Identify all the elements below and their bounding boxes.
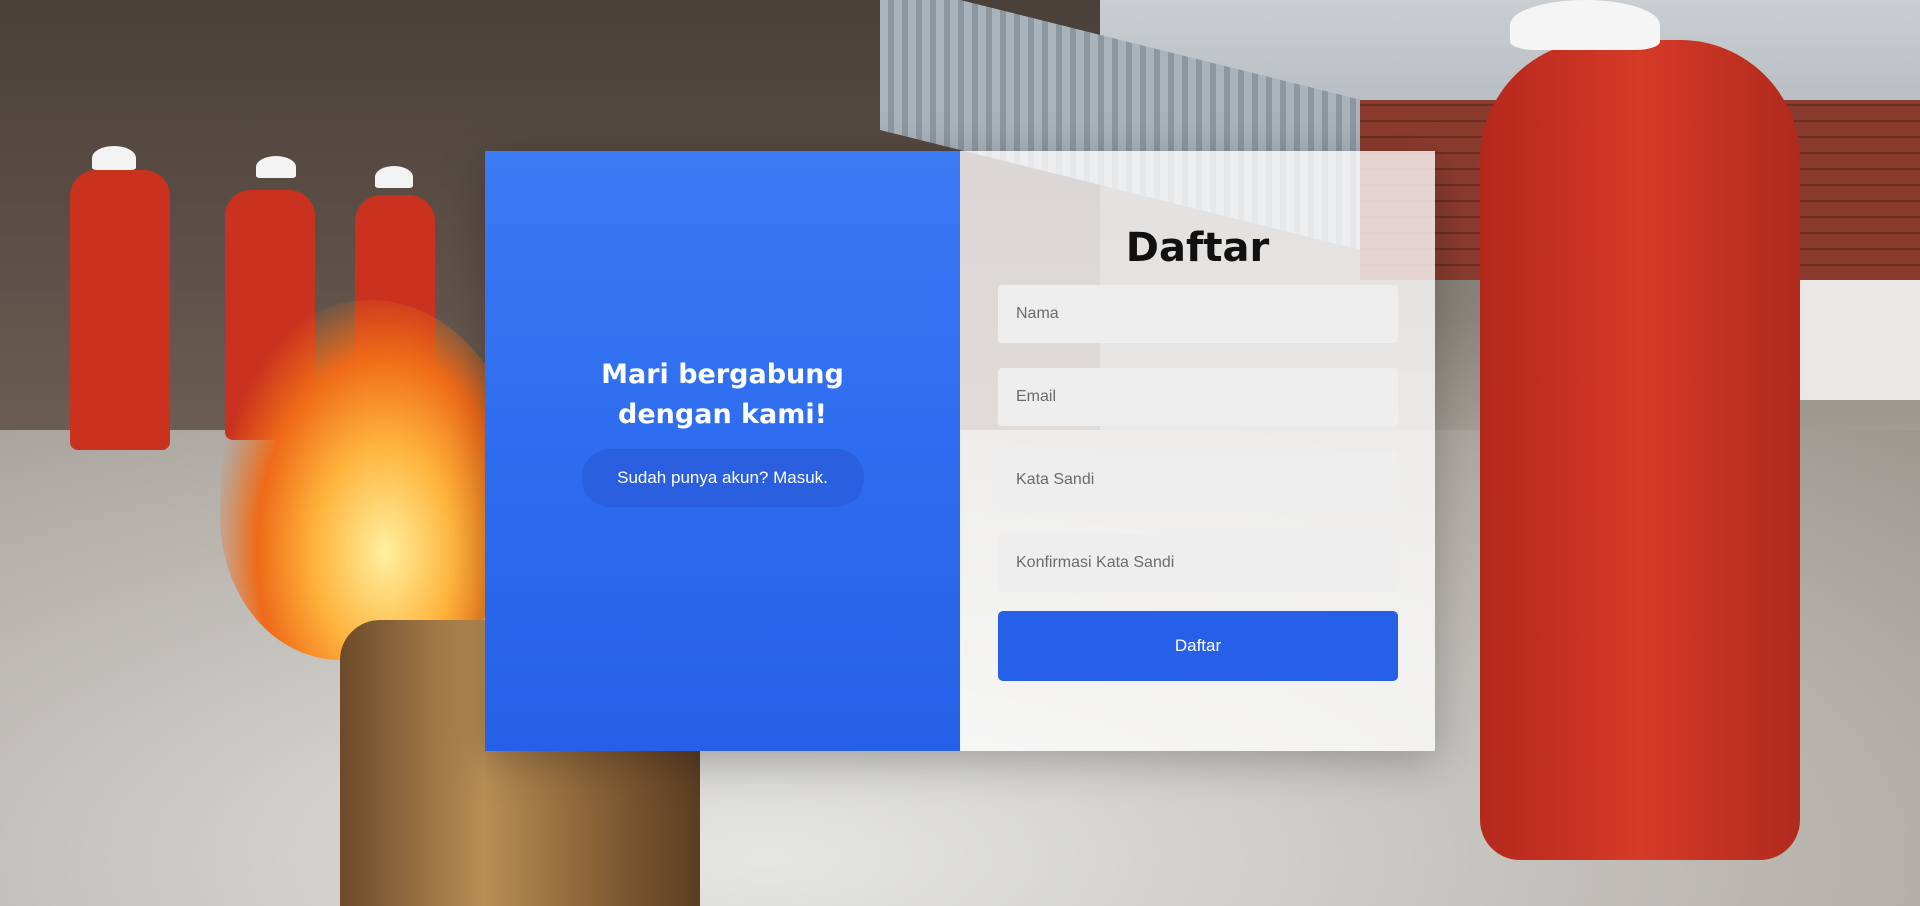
confirm-password-input[interactable] — [998, 534, 1398, 592]
register-form-panel: Daftar Daftar — [960, 151, 1435, 751]
welcome-heading: Mari bergabung dengan kami! — [601, 359, 844, 430]
email-input[interactable] — [998, 368, 1398, 426]
background-helmet — [375, 166, 413, 188]
register-card: Mari bergabung dengan kami! Sudah punya … — [485, 151, 1435, 751]
background-worker — [70, 170, 170, 450]
background-firefighter-helmet — [1510, 0, 1660, 50]
form-title: Daftar — [1125, 225, 1270, 271]
password-input[interactable] — [998, 451, 1398, 509]
background-helmet — [92, 146, 136, 170]
background-helmet — [256, 156, 296, 178]
background-fire — [220, 300, 520, 660]
register-submit-button[interactable]: Daftar — [998, 611, 1398, 681]
login-link-button[interactable]: Sudah punya akun? Masuk. — [581, 449, 864, 507]
welcome-panel: Mari bergabung dengan kami! Sudah punya … — [485, 151, 960, 751]
background-firefighter — [1480, 40, 1800, 860]
name-input[interactable] — [998, 285, 1398, 343]
